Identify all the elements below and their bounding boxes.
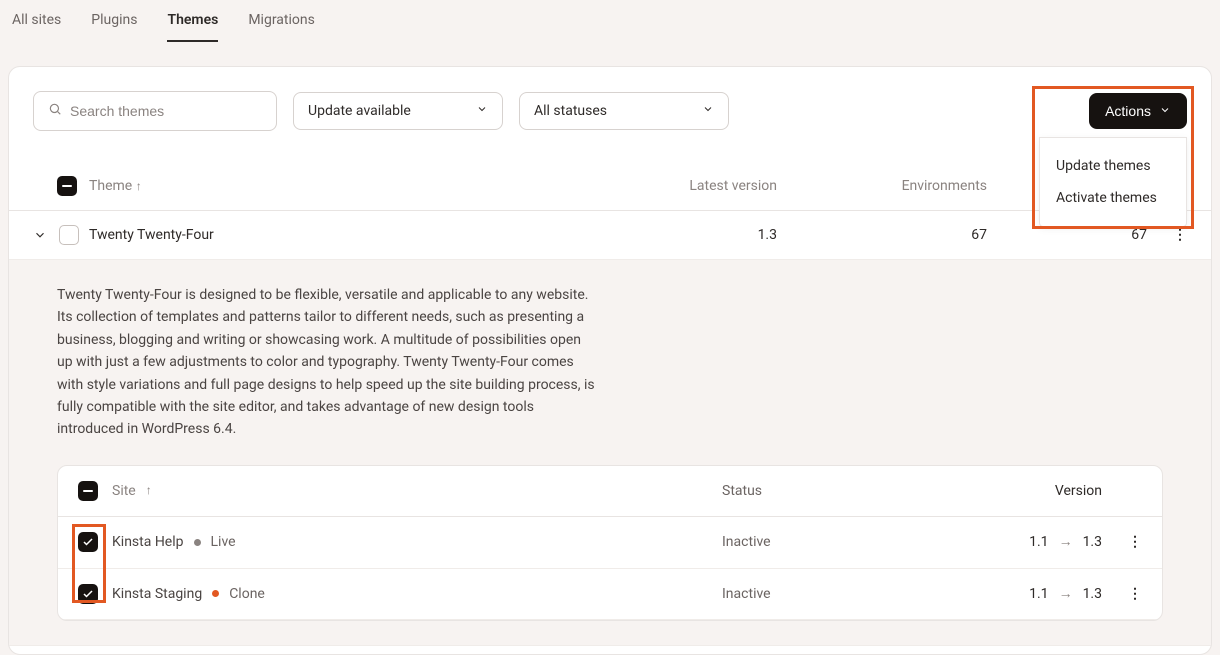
- chevron-down-icon: [702, 103, 714, 119]
- arrow-right-icon: →: [1059, 583, 1073, 605]
- column-status[interactable]: Status: [722, 480, 922, 502]
- main-tabs: All sites Plugins Themes Migrations: [0, 0, 1220, 42]
- toolbar: Update available All statuses Actions Up…: [9, 91, 1211, 131]
- column-theme[interactable]: Theme ↑: [89, 178, 567, 194]
- filter-status-label: All statuses: [534, 103, 607, 119]
- actions-wrap: Actions Update themes Activate themes: [1089, 93, 1187, 129]
- env-menu-button[interactable]: ⋮: [1128, 586, 1142, 602]
- tab-plugins[interactable]: Plugins: [91, 12, 137, 42]
- filter-update-dropdown[interactable]: Update available: [293, 92, 503, 130]
- env-dot-icon: [194, 539, 201, 546]
- table-row: Twenty Twenty-Four 1.3 67 67 ⋮: [9, 211, 1211, 260]
- env-checkbox[interactable]: [78, 584, 98, 604]
- environment-row: Kinsta Staging Clone Inactive 1.1 → 1.3 …: [58, 569, 1162, 620]
- env-status: Inactive: [722, 583, 922, 605]
- row-menu-button[interactable]: ⋮: [1173, 227, 1187, 243]
- expand-toggle[interactable]: [33, 228, 47, 242]
- theme-name[interactable]: Twenty Twenty-Four: [89, 227, 567, 243]
- theme-updates: 67: [987, 227, 1147, 243]
- theme-environments: 67: [777, 227, 987, 243]
- env-status: Inactive: [722, 531, 922, 553]
- column-environments[interactable]: Environments: [777, 178, 987, 194]
- column-latest-version[interactable]: Latest version: [567, 178, 777, 194]
- filter-update-label: Update available: [308, 103, 411, 119]
- env-dot-icon: [212, 590, 219, 597]
- row-checkbox[interactable]: [59, 225, 79, 245]
- sort-asc-icon: ↑: [136, 179, 142, 193]
- theme-latest-version: 1.3: [567, 227, 777, 243]
- env-version: 1.1 → 1.3: [922, 531, 1102, 553]
- search-icon: [48, 102, 62, 120]
- table-header: Theme ↑ Latest version Environments Upd: [9, 155, 1211, 211]
- site-name[interactable]: Kinsta Staging: [112, 583, 202, 605]
- tab-all-sites[interactable]: All sites: [12, 12, 61, 42]
- tab-themes[interactable]: Themes: [167, 12, 218, 42]
- env-type: Live: [211, 531, 236, 553]
- themes-panel: Update available All statuses Actions Up…: [8, 66, 1212, 655]
- actions-button[interactable]: Actions: [1089, 93, 1187, 129]
- action-update-themes[interactable]: Update themes: [1040, 150, 1186, 182]
- environment-row: Kinsta Help Live Inactive 1.1 → 1.3 ⋮: [58, 517, 1162, 568]
- actions-label: Actions: [1105, 103, 1151, 119]
- select-all-checkbox[interactable]: [57, 176, 77, 196]
- actions-menu: Update themes Activate themes: [1039, 137, 1187, 227]
- site-name[interactable]: Kinsta Help: [112, 531, 184, 553]
- theme-detail-panel: Twenty Twenty-Four is designed to be fle…: [9, 260, 1211, 646]
- search-input-wrap: [33, 91, 277, 131]
- env-checkbox[interactable]: [78, 532, 98, 552]
- column-version[interactable]: Version: [922, 480, 1102, 502]
- env-type: Clone: [229, 583, 265, 605]
- action-activate-themes[interactable]: Activate themes: [1040, 182, 1186, 214]
- environments-table: Site ↑ Status Version Kinsta Help Live I…: [57, 465, 1163, 621]
- environments-table-header: Site ↑ Status Version: [58, 466, 1162, 517]
- sort-asc-icon: ↑: [146, 481, 152, 500]
- env-menu-button[interactable]: ⋮: [1128, 534, 1142, 550]
- tab-migrations[interactable]: Migrations: [248, 12, 315, 42]
- search-input[interactable]: [70, 103, 262, 119]
- chevron-down-icon: [476, 103, 488, 119]
- column-site[interactable]: Site ↑: [112, 480, 722, 502]
- arrow-right-icon: →: [1059, 531, 1073, 553]
- chevron-down-icon: [1159, 103, 1171, 119]
- filter-status-dropdown[interactable]: All statuses: [519, 92, 729, 130]
- env-version: 1.1 → 1.3: [922, 583, 1102, 605]
- theme-description: Twenty Twenty-Four is designed to be fle…: [57, 284, 597, 441]
- sub-select-all-checkbox[interactable]: [78, 481, 98, 501]
